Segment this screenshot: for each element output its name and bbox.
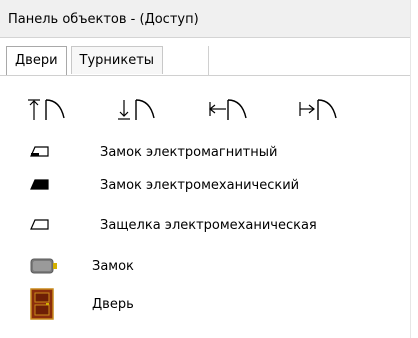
list-item-door[interactable]: Дверь <box>30 287 134 321</box>
item-label: Замок <box>92 258 134 274</box>
door-opens-right-icon[interactable] <box>298 96 362 124</box>
door-opens-left-icon[interactable] <box>208 96 272 124</box>
item-label: Защелка электромеханическая <box>100 217 317 233</box>
tab-divider <box>208 46 209 76</box>
electromechanical-latch-icon <box>30 212 70 238</box>
tab-doors[interactable]: Двери <box>6 46 67 76</box>
door-icon <box>30 287 70 321</box>
list-item-electromagnetic-lock[interactable]: Замок электромагнитный <box>30 139 277 165</box>
item-label: Замок электромагнитный <box>100 144 278 160</box>
door-opens-down-icon[interactable] <box>118 96 182 124</box>
item-label: Дверь <box>92 296 134 312</box>
tab-strip: Двери Турникеты <box>6 46 167 76</box>
panel-title: Панель объектов - (Доступ) <box>0 0 410 38</box>
tab-turnstiles[interactable]: Турникеты <box>70 46 164 74</box>
electromagnetic-lock-icon <box>30 139 70 165</box>
door-direction-row <box>28 96 362 124</box>
list-item-electromechanical-lock[interactable]: Замок электромеханический <box>30 172 299 198</box>
list-item-lock[interactable]: Замок <box>30 253 134 279</box>
lock-icon <box>30 253 70 279</box>
panel-right-edge <box>410 0 418 338</box>
tab-underline <box>0 75 410 76</box>
list-item-electromechanical-latch[interactable]: Защелка электромеханическая <box>30 212 317 238</box>
item-label: Замок электромеханический <box>100 177 300 193</box>
door-opens-up-icon[interactable] <box>28 96 92 124</box>
electromechanical-lock-icon <box>30 172 70 198</box>
objects-panel: Панель объектов - (Доступ) Двери Турнике… <box>0 0 410 338</box>
